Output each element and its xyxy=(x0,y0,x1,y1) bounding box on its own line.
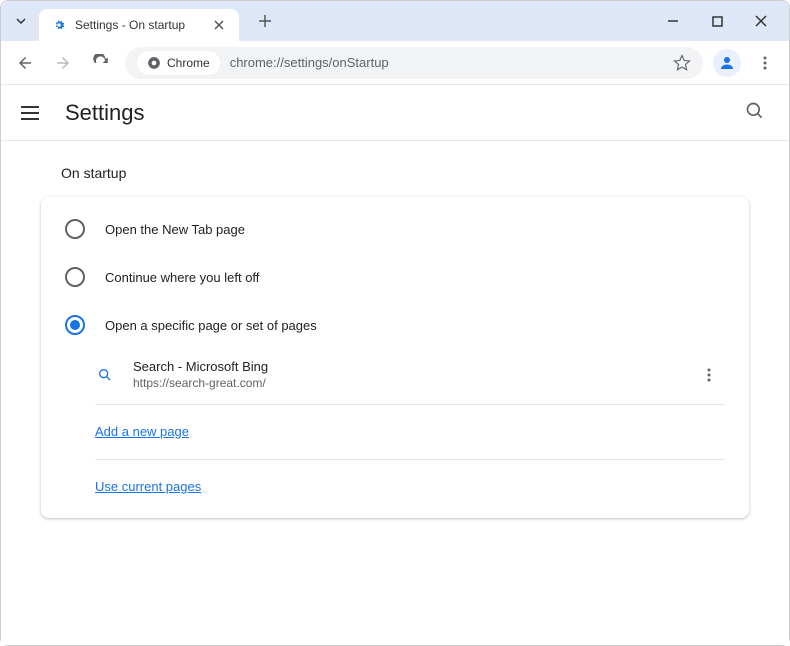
gear-icon xyxy=(51,17,67,33)
settings-content: On startup Open the New Tab page Continu… xyxy=(1,141,789,645)
page-title: Settings xyxy=(65,100,145,126)
close-window-button[interactable] xyxy=(749,9,773,33)
section-title: On startup xyxy=(61,165,749,181)
profile-button[interactable] xyxy=(713,49,741,77)
radio-icon xyxy=(65,267,85,287)
address-bar[interactable]: Chrome chrome://settings/onStartup xyxy=(125,47,703,79)
startup-card: Open the New Tab page Continue where you… xyxy=(41,197,749,518)
window-titlebar: Settings - On startup xyxy=(1,1,789,41)
browser-tab[interactable]: Settings - On startup xyxy=(39,9,239,41)
forward-button[interactable] xyxy=(49,49,77,77)
radio-continue[interactable]: Continue where you left off xyxy=(41,253,749,301)
divider xyxy=(95,404,725,405)
minimize-button[interactable] xyxy=(661,9,685,33)
browser-menu-button[interactable] xyxy=(751,49,779,77)
maximize-button[interactable] xyxy=(705,9,729,33)
tab-title: Settings - On startup xyxy=(75,18,203,32)
site-chip-label: Chrome xyxy=(167,56,210,70)
startup-page-row: Search - Microsoft Bing https://search-g… xyxy=(41,349,749,400)
reload-button[interactable] xyxy=(87,49,115,77)
url-text: chrome://settings/onStartup xyxy=(230,55,663,70)
radio-icon xyxy=(65,219,85,239)
menu-icon[interactable] xyxy=(21,101,45,125)
close-icon[interactable] xyxy=(211,17,227,33)
radio-label: Continue where you left off xyxy=(105,270,259,285)
tab-search-dropdown[interactable] xyxy=(9,9,33,33)
search-icon xyxy=(745,101,765,121)
radio-specific-pages[interactable]: Open a specific page or set of pages xyxy=(41,301,749,349)
new-tab-button[interactable] xyxy=(251,7,279,35)
dots-vertical-icon xyxy=(757,55,773,71)
settings-header: Settings xyxy=(1,85,789,141)
dots-vertical-icon xyxy=(701,367,717,383)
search-settings-button[interactable] xyxy=(745,101,769,125)
chrome-icon xyxy=(147,56,161,70)
startup-page-url: https://search-great.com/ xyxy=(133,376,683,390)
search-icon xyxy=(95,365,115,385)
divider xyxy=(95,459,725,460)
bookmark-star-icon[interactable] xyxy=(673,54,691,72)
person-icon xyxy=(718,54,736,72)
startup-page-title: Search - Microsoft Bing xyxy=(133,359,683,374)
radio-label: Open the New Tab page xyxy=(105,222,245,237)
browser-toolbar: Chrome chrome://settings/onStartup xyxy=(1,41,789,85)
page-more-button[interactable] xyxy=(701,367,725,383)
radio-new-tab[interactable]: Open the New Tab page xyxy=(41,205,749,253)
site-chip[interactable]: Chrome xyxy=(137,51,220,75)
use-current-pages-link[interactable]: Use current pages xyxy=(95,479,201,494)
back-button[interactable] xyxy=(11,49,39,77)
radio-label: Open a specific page or set of pages xyxy=(105,318,317,333)
add-new-page-link[interactable]: Add a new page xyxy=(95,424,189,439)
radio-icon xyxy=(65,315,85,335)
